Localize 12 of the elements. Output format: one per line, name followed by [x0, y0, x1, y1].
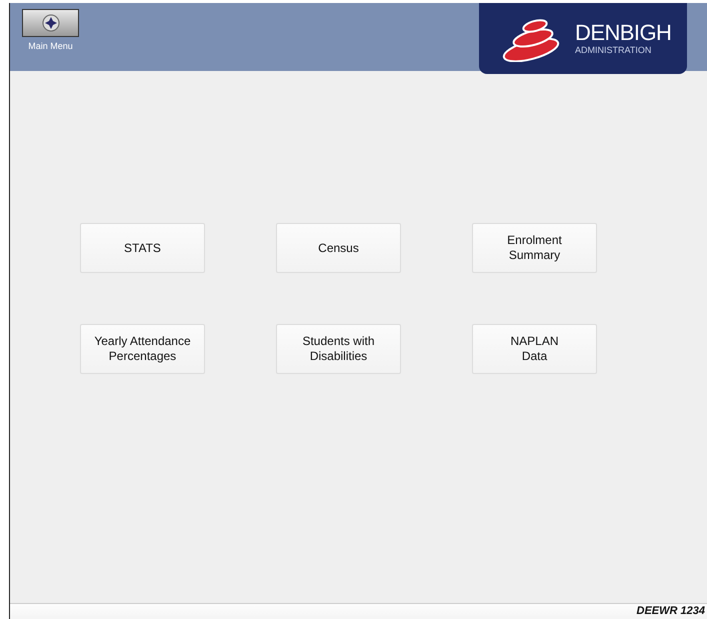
- report-button[interactable]: Enrolment Summary: [472, 223, 597, 273]
- report-button[interactable]: NAPLAN Data: [472, 324, 597, 374]
- report-button[interactable]: STATS: [80, 223, 205, 273]
- main-menu-label: Main Menu: [28, 40, 73, 53]
- report-button[interactable]: Yearly Attendance Percentages: [80, 324, 205, 374]
- report-button[interactable]: Students with Disabilities: [276, 324, 401, 374]
- report-button[interactable]: Census: [276, 223, 401, 273]
- status-text: DEEWR 1234: [636, 604, 705, 619]
- main-menu-button[interactable]: [22, 9, 79, 37]
- brand-name: DENBIGH: [575, 22, 672, 44]
- brand-tagline: ADMINISTRATION: [575, 46, 652, 55]
- compass-icon: [42, 14, 60, 32]
